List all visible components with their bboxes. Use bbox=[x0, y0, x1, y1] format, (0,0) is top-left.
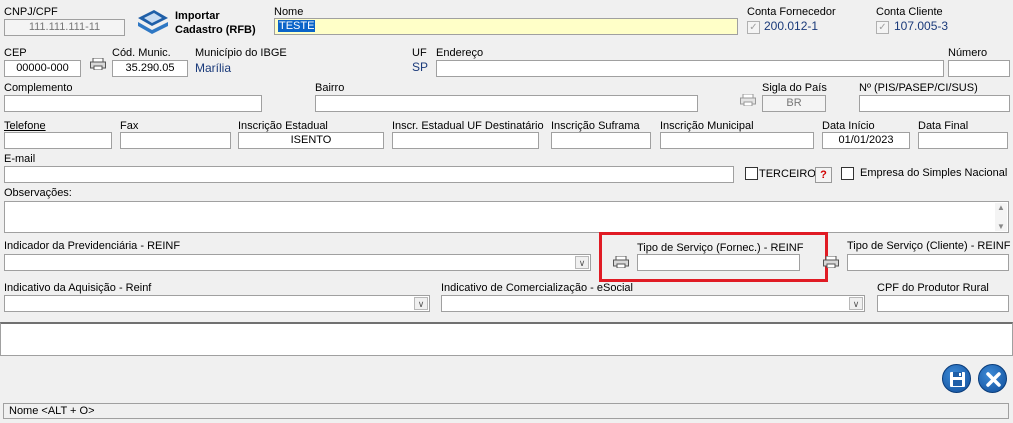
conta-fornecedor-checkbox[interactable]: ✓ bbox=[747, 21, 760, 34]
email-field[interactable] bbox=[4, 166, 734, 183]
ie-uf-dest-label: Inscr. Estadual UF Destinatário bbox=[392, 120, 544, 132]
uf-value: SP bbox=[412, 60, 429, 74]
conta-cliente-label: Conta Cliente bbox=[876, 6, 943, 18]
conta-fornecedor-label: Conta Fornecedor bbox=[747, 6, 836, 18]
import-label-line1[interactable]: Importar bbox=[175, 10, 220, 22]
chevron-down-icon: ∨ bbox=[414, 297, 428, 310]
obs-scrollbar[interactable]: ▲ ▼ bbox=[995, 203, 1007, 231]
chevron-down-icon: ∨ bbox=[575, 256, 589, 269]
nome-label: Nome bbox=[274, 6, 304, 18]
cnpj-field[interactable]: 111.111.111-11 bbox=[4, 19, 125, 36]
ie-field[interactable]: ISENTO bbox=[238, 132, 384, 149]
terceiro-checkbox[interactable] bbox=[745, 167, 758, 180]
nome-value: TESTE bbox=[278, 20, 316, 32]
aquisicao-label: Indicativo da Aquisição - Reinf bbox=[4, 282, 152, 294]
bottom-panel bbox=[0, 322, 1013, 356]
obs-label: Observações: bbox=[4, 187, 72, 199]
tipo-cliente-search-icon[interactable] bbox=[823, 256, 839, 268]
cep-field[interactable]: 00000-000 bbox=[4, 60, 81, 77]
save-button[interactable] bbox=[942, 364, 971, 393]
sigla-pais-label: Sigla do País bbox=[762, 82, 827, 94]
fax-field[interactable] bbox=[120, 132, 231, 149]
bairro-field[interactable] bbox=[315, 95, 698, 112]
data-inicio-field[interactable]: 01/01/2023 bbox=[822, 132, 910, 149]
telefone-label: Telefone bbox=[4, 120, 46, 132]
import-label-line2[interactable]: Cadastro (RFB) bbox=[175, 24, 256, 36]
cod-munic-field[interactable]: 35.290.05 bbox=[112, 60, 188, 77]
chevron-down-icon: ∨ bbox=[849, 297, 863, 310]
help-button[interactable]: ? bbox=[815, 167, 832, 183]
email-label: E-mail bbox=[4, 153, 36, 165]
previdenciaria-label: Indicador da Previdenciária - REINF bbox=[4, 240, 181, 252]
uf-label: UF bbox=[412, 47, 427, 59]
data-final-label: Data Final bbox=[918, 120, 969, 132]
comercializacao-label: Indicativo de Comercialização - eSocial bbox=[441, 282, 633, 294]
aquisicao-select[interactable]: ∨ bbox=[4, 295, 430, 312]
telefone-field[interactable] bbox=[4, 132, 112, 149]
data-final-field[interactable] bbox=[918, 132, 1008, 149]
sigla-pais-field[interactable]: BR bbox=[762, 95, 826, 112]
cep-label: CEP bbox=[4, 47, 27, 59]
nome-field[interactable]: TESTE bbox=[274, 18, 738, 35]
comercializacao-select[interactable]: ∨ bbox=[441, 295, 865, 312]
municipio-value: Marília bbox=[195, 61, 232, 75]
ie-label: Inscrição Estadual bbox=[238, 120, 328, 132]
data-inicio-label: Data Início bbox=[822, 120, 875, 132]
status-bar: Nome <ALT + O> bbox=[3, 403, 1009, 419]
highlight-box bbox=[599, 232, 828, 282]
tipo-cliente-field[interactable] bbox=[847, 254, 1009, 271]
floppy-icon bbox=[950, 372, 965, 387]
cpf-produtor-field[interactable] bbox=[877, 295, 1009, 312]
endereco-field[interactable] bbox=[436, 60, 944, 77]
terceiro-label[interactable]: TERCEIRO bbox=[759, 168, 816, 180]
obs-textarea[interactable]: ▲ ▼ bbox=[4, 201, 1009, 233]
conta-cliente-value: 107.005-3 bbox=[894, 19, 949, 33]
complemento-label: Complemento bbox=[4, 82, 73, 94]
simples-nacional-label[interactable]: Empresa do Simples Nacional bbox=[860, 167, 1007, 179]
cod-munic-label: Cód. Munic. bbox=[112, 47, 171, 59]
conta-cliente-checkbox[interactable]: ✓ bbox=[876, 21, 889, 34]
suframa-label: Inscrição Suframa bbox=[551, 120, 640, 132]
suframa-field[interactable] bbox=[551, 132, 651, 149]
endereco-label: Endereço bbox=[436, 47, 484, 59]
ie-uf-dest-field[interactable] bbox=[392, 132, 539, 149]
close-button[interactable] bbox=[978, 364, 1007, 393]
tipo-cliente-label: Tipo de Serviço (Cliente) - REINF bbox=[847, 240, 1011, 252]
conta-fornecedor-value: 200.012-1 bbox=[764, 19, 819, 33]
close-icon bbox=[986, 372, 1001, 387]
cpf-produtor-label: CPF do Produtor Rural bbox=[877, 282, 989, 294]
bairro-label: Bairro bbox=[315, 82, 345, 94]
municipio-label: Município do IBGE bbox=[195, 47, 287, 59]
status-text: Nome <ALT + O> bbox=[9, 405, 95, 417]
numero-label: Número bbox=[948, 47, 988, 59]
fax-label: Fax bbox=[120, 120, 139, 132]
cnpj-label: CNPJ/CPF bbox=[4, 6, 58, 18]
complemento-field[interactable] bbox=[4, 95, 262, 112]
im-label: Inscrição Municipal bbox=[660, 120, 754, 132]
previdenciaria-select[interactable]: ∨ bbox=[4, 254, 591, 271]
im-field[interactable] bbox=[660, 132, 814, 149]
rfb-import-icon[interactable] bbox=[134, 8, 172, 38]
cep-search-icon[interactable] bbox=[90, 58, 106, 70]
pis-label: Nº (PIS/PASEP/CI/SUS) bbox=[859, 82, 978, 94]
simples-nacional-checkbox[interactable] bbox=[841, 167, 854, 180]
numero-field[interactable] bbox=[948, 60, 1010, 77]
pais-search-icon[interactable] bbox=[740, 94, 756, 106]
pis-field[interactable] bbox=[859, 95, 1010, 112]
